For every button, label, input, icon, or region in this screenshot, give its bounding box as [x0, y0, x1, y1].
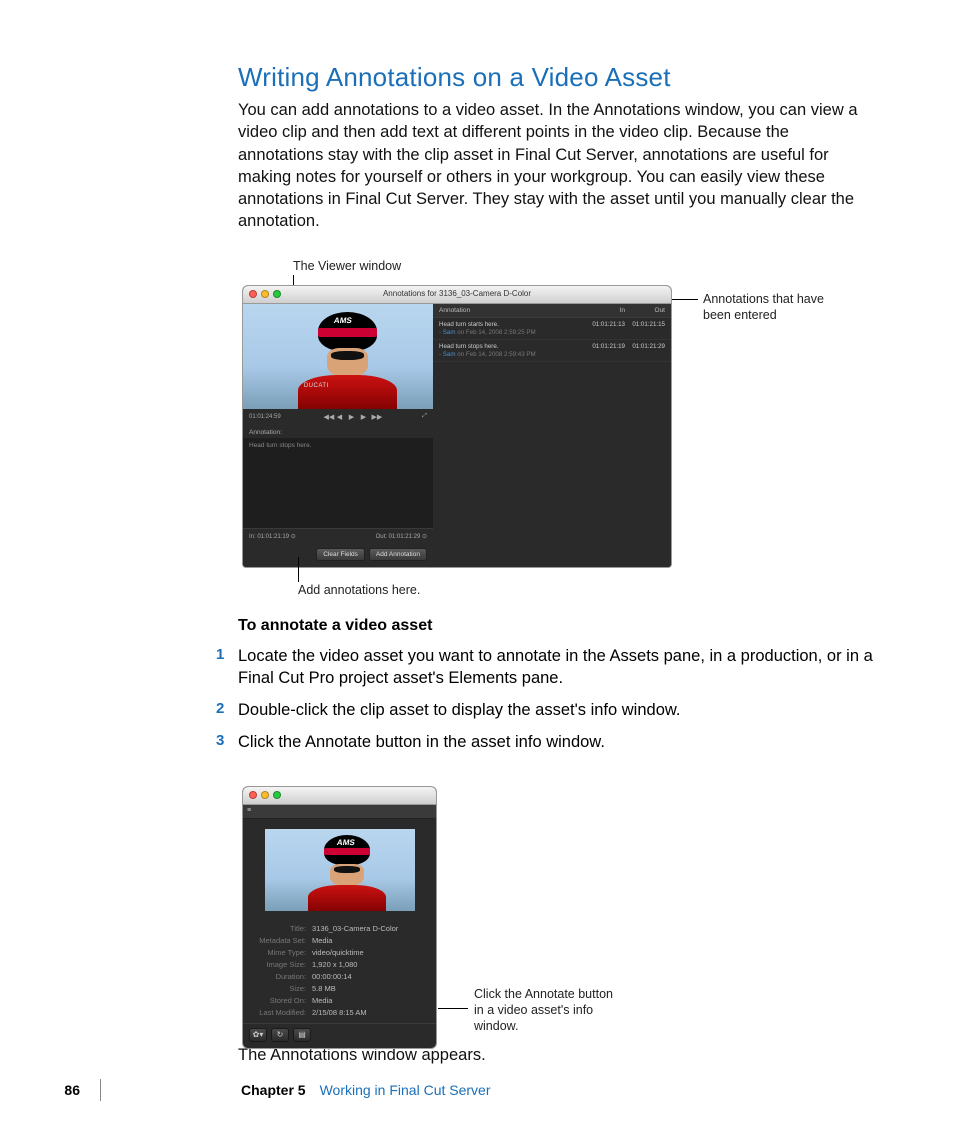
- procedure-heading: To annotate a video asset: [238, 617, 874, 635]
- meta-label: Duration:: [251, 972, 306, 981]
- asset-info-window: ≡ AMS Title: 3136_03-Camera D-Color Metad…: [242, 786, 437, 1049]
- annotation-user: Sam: [443, 351, 456, 358]
- col-annotation: Annotation: [439, 307, 585, 314]
- figure-info-window: ≡ AMS Title: 3136_03-Camera D-Color Metad…: [238, 786, 874, 1026]
- window-titlebar: [243, 787, 436, 805]
- meta-value: video/quicktime: [312, 948, 428, 957]
- annotation-date: on Feb 14, 2008 2:59:25 PM: [457, 329, 535, 336]
- meta-row: Mime Type: video/quicktime: [251, 947, 428, 959]
- meta-value: Media: [312, 996, 428, 1005]
- chapter-label: Chapter 5: [241, 1082, 306, 1098]
- meta-row: Stored On: Media: [251, 995, 428, 1007]
- close-icon[interactable]: [249, 791, 257, 799]
- step-number: 3: [216, 731, 224, 751]
- callout-viewer: The Viewer window: [293, 259, 401, 273]
- annotations-window: Annotations for 3136_03-Camera D-Color A…: [242, 285, 672, 568]
- metadata-list: Title: 3136_03-Camera D-Color Metadata Se…: [243, 921, 436, 1023]
- zoom-icon[interactable]: [273, 791, 281, 799]
- minimize-icon[interactable]: [261, 791, 269, 799]
- in-point-label: In:: [249, 534, 256, 540]
- out-point-label: Out:: [376, 534, 387, 540]
- callout-click-annotate: Click the Annotate button in a video ass…: [474, 986, 624, 1035]
- meta-row: Title: 3136_03-Camera D-Color: [251, 923, 428, 935]
- annotation-list-header: Annotation In Out: [433, 304, 671, 318]
- add-annotation-button[interactable]: Add Annotation: [369, 548, 427, 561]
- callout-entered: Annotations that have been entered: [703, 291, 833, 324]
- play-button[interactable]: ▶: [347, 413, 355, 421]
- refresh-button[interactable]: ↻: [271, 1028, 289, 1042]
- helmet-logo: AMS: [336, 838, 355, 847]
- step-text: Double-click the clip asset to display t…: [238, 701, 680, 719]
- window-titlebar: Annotations for 3136_03-Camera D-Color: [243, 286, 671, 304]
- info-toolbar: ≡: [243, 805, 436, 819]
- annotation-input-label: Annotation:: [243, 425, 433, 438]
- current-timecode: 01:01:24:59: [249, 414, 281, 420]
- annotation-row[interactable]: Head turn stops here. 01:01:21:19 01:01:…: [433, 340, 671, 362]
- annotation-input[interactable]: Head turn stops here.: [243, 438, 433, 528]
- annotation-out: 01:01:21:29: [625, 343, 665, 350]
- section-heading: Writing Annotations on a Video Asset: [238, 62, 874, 93]
- meta-label: Image Size:: [251, 960, 306, 969]
- page-number: 86: [0, 1082, 100, 1098]
- meta-row: Metadata Set: Media: [251, 935, 428, 947]
- annotation-text: Head turn starts here.: [439, 321, 585, 328]
- out-timecode: 01:01:21:29: [389, 534, 421, 540]
- helmet-logo: AMS: [334, 316, 353, 325]
- meta-value: 5.8 MB: [312, 984, 428, 993]
- meta-value: 3136_03-Camera D-Color: [312, 924, 428, 933]
- page-footer: 86 Chapter 5 Working in Final Cut Server: [0, 1079, 954, 1101]
- meta-label: Metadata Set:: [251, 936, 306, 945]
- meta-label: Stored On:: [251, 996, 306, 1005]
- asset-thumbnail[interactable]: AMS: [265, 829, 415, 911]
- window-title: Annotations for 3136_03-Camera D-Color: [243, 289, 671, 298]
- step-text: Click the Annotate button in the asset i…: [238, 733, 605, 751]
- annotation-row[interactable]: Head turn starts here. 01:01:21:13 01:01…: [433, 318, 671, 340]
- col-in: In: [585, 307, 625, 314]
- gear-icon[interactable]: ✿▾: [249, 1028, 267, 1042]
- meta-row: Last Modified: 2/15/08 8:15 AM: [251, 1007, 428, 1019]
- annotation-out: 01:01:21:15: [625, 321, 665, 328]
- chapter-title: Working in Final Cut Server: [320, 1082, 491, 1098]
- fast-forward-button[interactable]: ▶▶: [371, 413, 379, 421]
- step-number: 1: [216, 645, 224, 665]
- meta-row: Size: 5.8 MB: [251, 983, 428, 995]
- jacket-logo: DUCATI: [304, 383, 329, 389]
- annotation-in: 01:01:21:19: [585, 343, 625, 350]
- annotation-date: on Feb 14, 2008 2:59:43 PM: [457, 351, 535, 358]
- step-number: 2: [216, 699, 224, 719]
- intro-paragraph: You can add annotations to a video asset…: [238, 99, 874, 233]
- meta-row: Duration: 00:00:00:14: [251, 971, 428, 983]
- in-timecode: 01:01:21:19: [257, 534, 289, 540]
- annotation-text: Head turn stops here.: [439, 343, 585, 350]
- meta-value: 00:00:00:14: [312, 972, 428, 981]
- step-text: Locate the video asset you want to annot…: [238, 647, 873, 687]
- annotate-button[interactable]: ▤: [293, 1028, 311, 1042]
- step-back-button[interactable]: ◀: [335, 413, 343, 421]
- clear-fields-button[interactable]: Clear Fields: [316, 548, 365, 561]
- meta-label: Title:: [251, 924, 306, 933]
- callout-add-here: Add annotations here.: [298, 583, 420, 597]
- annotation-user: Sam: [443, 329, 456, 336]
- step-forward-button[interactable]: ▶: [359, 413, 367, 421]
- figure-annotations-window: The Viewer window Annotations that have …: [238, 259, 874, 599]
- meta-label: Size:: [251, 984, 306, 993]
- meta-value: 1,920 x 1,080: [312, 960, 428, 969]
- meta-value: 2/15/08 8:15 AM: [312, 1008, 428, 1017]
- meta-row: Image Size: 1,920 x 1,080: [251, 959, 428, 971]
- col-out: Out: [625, 307, 665, 314]
- info-bottom-toolbar: ✿▾ ↻ ▤: [243, 1023, 436, 1048]
- annotation-in: 01:01:21:13: [585, 321, 625, 328]
- video-viewer[interactable]: AMS DUCATI: [243, 304, 433, 409]
- rewind-button[interactable]: ◀◀: [323, 413, 331, 421]
- meta-label: Last Modified:: [251, 1008, 306, 1017]
- playback-controls: 01:01:24:59 ◀◀ ◀ ▶ ▶ ▶▶ ⤢: [243, 409, 433, 425]
- meta-value: Media: [312, 936, 428, 945]
- meta-label: Mime Type:: [251, 948, 306, 957]
- step-list: 1Locate the video asset you want to anno…: [238, 641, 874, 760]
